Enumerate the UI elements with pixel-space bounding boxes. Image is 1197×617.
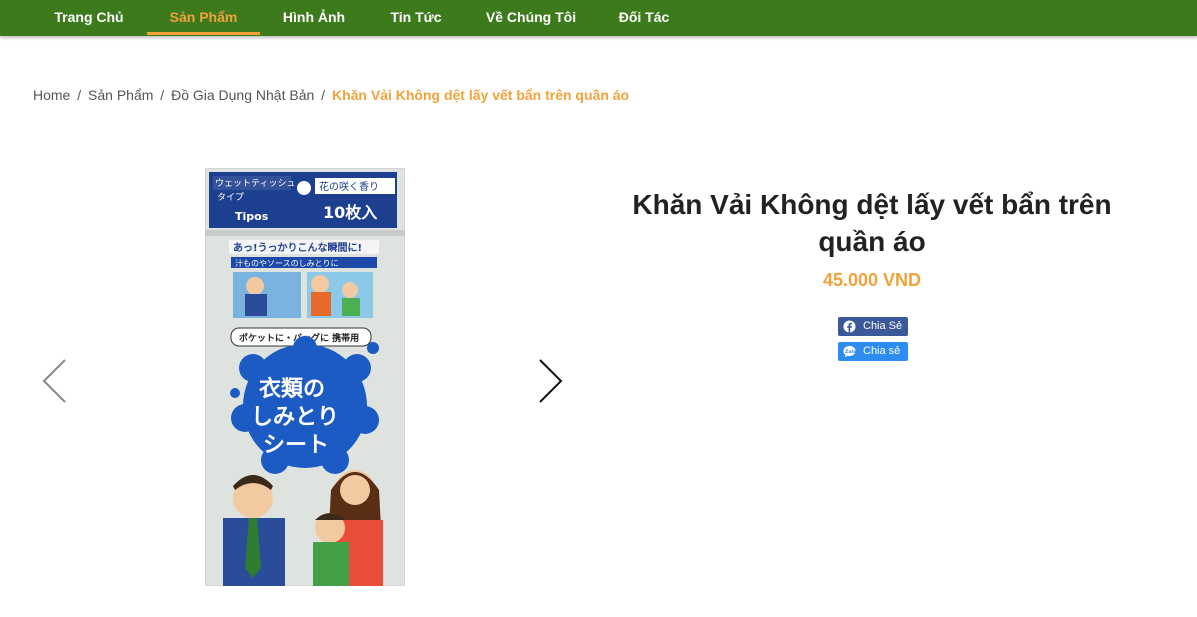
zalo-icon: Zalo	[843, 345, 856, 358]
package-brand: Tipos	[235, 210, 269, 223]
nav-item-ve-chung-toi[interactable]: Về Chúng Tôi	[478, 0, 584, 36]
package-main-1: 衣類の	[259, 376, 325, 402]
package-type-line1: ウェットティッシュ	[215, 178, 295, 189]
breadcrumb: Home / Sản Phẩm / Đồ Gia Dụng Nhật Bản /…	[33, 87, 629, 103]
nav-item-tin-tuc[interactable]: Tin Tức	[380, 0, 452, 36]
package-type-line2: タイプ	[217, 192, 244, 203]
product-info: Khăn Vải Không dệt lấy vết bẩn trên quần…	[612, 186, 1132, 291]
nav-item-hinh-anh[interactable]: Hình Ảnh	[272, 0, 356, 36]
nav-item-doi-tac[interactable]: Đối Tác	[608, 0, 680, 36]
package-count: 10枚入	[323, 203, 377, 222]
zalo-share-label: Chia sẻ	[863, 345, 901, 357]
product-image: ウェットティッシュ タイプ 花の咲く香り 10枚入 Tipos あっ!うっかりこ…	[205, 168, 405, 586]
breadcrumb-current: Khăn Vải Không dệt lấy vết bẩn trên quần…	[331, 87, 630, 103]
chevron-left-icon[interactable]	[40, 358, 70, 404]
package-subline: 汁ものやソースのしみとりに	[235, 258, 339, 268]
active-nav-indicator	[147, 32, 260, 35]
breadcrumb-separator: /	[160, 87, 165, 103]
nav-item-trang-chu[interactable]: Trang Chủ	[44, 0, 134, 36]
breadcrumb-category[interactable]: Sản Phẩm	[88, 87, 153, 103]
facebook-share-button[interactable]: Chia Sẻ	[838, 317, 908, 336]
breadcrumb-home[interactable]: Home	[33, 87, 70, 103]
chevron-right-icon[interactable]	[535, 358, 565, 404]
package-scent: 花の咲く香り	[319, 180, 379, 193]
product-price: 45.000 VND	[822, 270, 922, 290]
breadcrumb-separator: /	[77, 87, 82, 103]
zalo-share-button[interactable]: Zalo Chia sẻ	[838, 342, 908, 361]
svg-text:Zalo: Zalo	[845, 349, 856, 355]
breadcrumb-separator: /	[321, 87, 326, 103]
top-navigation: Trang Chủ Sản Phẩm Hình Ảnh Tin Tức Về C…	[0, 0, 1197, 36]
package-tagline: あっ!うっかりこんな瞬間に!	[233, 241, 362, 254]
package-main-3: シート	[263, 433, 329, 458]
facebook-share-label: Chia Sẻ	[863, 320, 903, 332]
package-main-2: しみとり	[251, 405, 339, 430]
breadcrumb-subcategory[interactable]: Đồ Gia Dụng Nhật Bản	[171, 87, 314, 103]
facebook-icon	[843, 320, 856, 333]
nav-item-san-pham[interactable]: Sản Phẩm	[147, 0, 260, 36]
product-title: Khăn Vải Không dệt lấy vết bẩn trên quần…	[632, 189, 1112, 257]
